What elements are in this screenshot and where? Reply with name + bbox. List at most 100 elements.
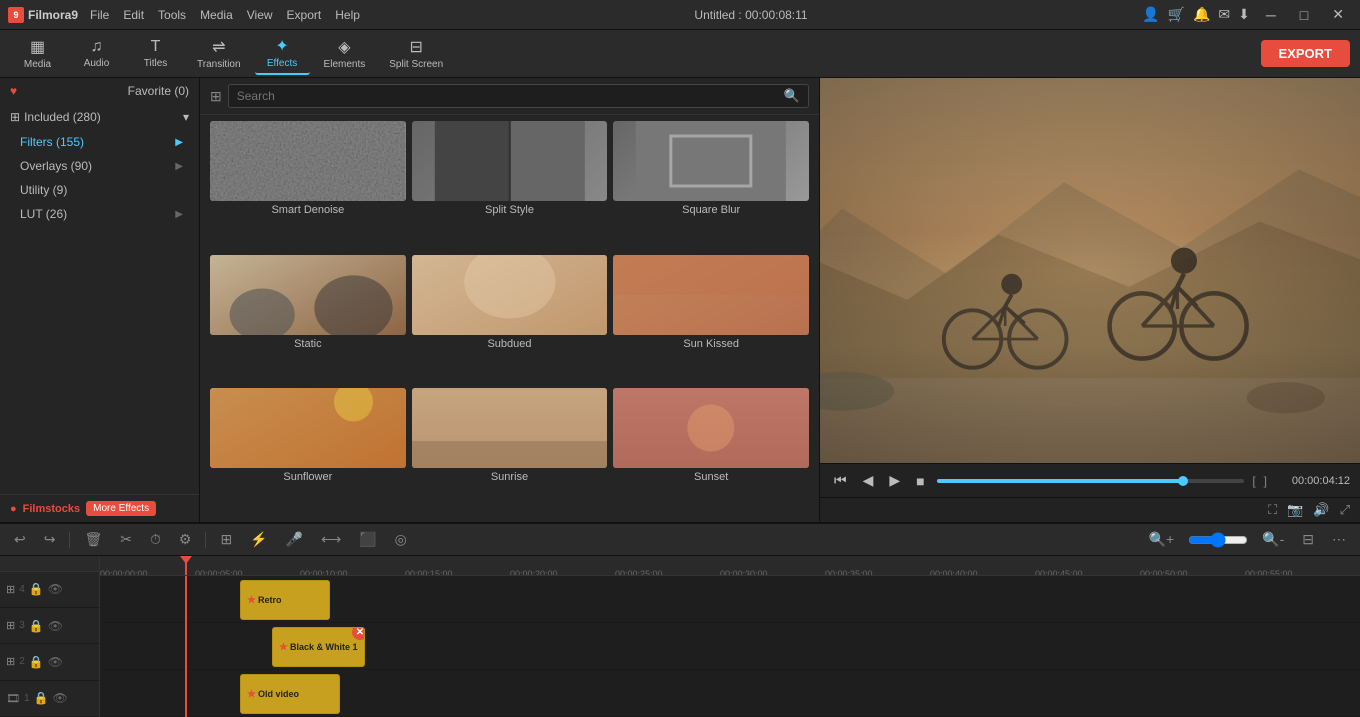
lock-icon-3[interactable]: 🔒 — [29, 619, 44, 633]
skip-back-button[interactable]: ⏮ — [830, 470, 851, 491]
export-button[interactable]: EXPORT — [1261, 40, 1350, 67]
effect-sunflower[interactable]: Sunflower — [210, 388, 406, 516]
progress-bar[interactable] — [937, 479, 1245, 483]
clip-oldvideo[interactable]: ★ Old video — [240, 674, 340, 714]
audio-button[interactable]: 🎤 — [282, 529, 307, 550]
play-button[interactable]: ▶ — [885, 470, 904, 491]
toolbar-audio[interactable]: ♫ Audio — [69, 34, 124, 73]
effect-square-blur[interactable]: Square Blur — [613, 121, 809, 249]
bracket-out[interactable]: ] — [1264, 474, 1267, 488]
transition-timeline-button[interactable]: ⟷ — [317, 529, 345, 550]
ruler-mark-35: 00:00:35:00 — [825, 569, 873, 577]
playhead[interactable] — [185, 556, 187, 575]
search-icon: 🔍 — [784, 88, 800, 104]
minimize-button[interactable]: ─ — [1258, 5, 1284, 25]
sidebar-favorite[interactable]: ♥ Favorite (0) — [0, 78, 199, 104]
toolbar-splitscreen[interactable]: ⊟ Split Screen — [379, 33, 453, 74]
menu-tools[interactable]: Tools — [158, 8, 186, 22]
delete-button[interactable]: 🗑 — [80, 529, 106, 550]
insert-button[interactable]: ⬛ — [355, 529, 380, 550]
eye-icon-2[interactable]: 👁 — [48, 655, 63, 669]
download-icon[interactable]: ⬇ — [1238, 6, 1250, 23]
cart-icon[interactable]: 🛒 — [1168, 6, 1185, 23]
track-num-4: 4 — [19, 584, 25, 595]
zoom-out-button[interactable]: 🔍- — [1258, 529, 1288, 550]
main-area: ♥ Favorite (0) ⊞ Included (280) ▾ Filter… — [0, 78, 1360, 522]
effect-sunkissed[interactable]: Sun Kissed — [613, 255, 809, 383]
toolbar-media[interactable]: ▦ Media — [10, 33, 65, 74]
toolbar-elements[interactable]: ◈ Elements — [314, 33, 376, 74]
add-track-button[interactable]: ⊞ — [216, 529, 236, 550]
fullscreen-icon[interactable]: ⛶ — [1268, 502, 1277, 518]
effect-split-style[interactable]: Split Style — [412, 121, 608, 249]
titlebar-controls: 👤 🛒 🔔 ✉ ⬇ ─ □ ✕ — [1142, 4, 1352, 25]
effect-sunset[interactable]: Sunset — [613, 388, 809, 516]
lock-icon-2[interactable]: 🔒 — [29, 655, 44, 669]
menu-edit[interactable]: Edit — [123, 8, 144, 22]
ruler-mark-0: 00:00:00:00 — [100, 569, 148, 577]
clip-oldvideo-label: Old video — [258, 689, 299, 699]
maximize-button[interactable]: □ — [1292, 5, 1316, 25]
menu-media[interactable]: Media — [200, 8, 233, 22]
ruler-mark-50: 00:00:50:00 — [1140, 569, 1188, 577]
clip-retro[interactable]: ★ Retro — [240, 580, 330, 620]
logo-icon: 9 — [8, 7, 24, 23]
playhead-tracks — [185, 576, 187, 717]
search-box[interactable]: 🔍 — [228, 84, 809, 108]
close-button[interactable]: ✕ — [1324, 4, 1352, 25]
lock-icon-1[interactable]: 🔒 — [34, 691, 49, 705]
toolbar-effects[interactable]: ✦ Effects — [255, 32, 310, 75]
step-back-button[interactable]: ◀ — [859, 470, 878, 491]
redo-button[interactable]: ↪ — [40, 529, 60, 550]
search-input[interactable] — [237, 89, 778, 103]
screenshot-icon[interactable]: 📷 — [1287, 502, 1303, 518]
effect-thumb-subdued — [412, 255, 608, 335]
menu-help[interactable]: Help — [335, 8, 360, 22]
track-num-1: 1 — [24, 693, 30, 704]
clip-bw-star-icon: ★ — [279, 642, 288, 653]
bell-icon[interactable]: 🔔 — [1193, 6, 1210, 23]
volume-icon[interactable]: 🔊 — [1313, 502, 1329, 518]
sidebar-overlays[interactable]: Overlays (90) ▶ — [0, 154, 199, 178]
cut-button[interactable]: ✂ — [116, 529, 136, 550]
snap-button[interactable]: ⚡ — [246, 529, 271, 550]
clip-bw1[interactable]: ✕ ★ Black & White 1 — [272, 627, 365, 667]
sidebar-lut[interactable]: LUT (26) ▶ — [0, 202, 199, 226]
effect-static[interactable]: Static — [210, 255, 406, 383]
effect-subdued[interactable]: Subdued — [412, 255, 608, 383]
menu-file[interactable]: File — [90, 8, 109, 22]
clip-delete-button[interactable]: ✕ — [352, 627, 365, 640]
lock-icon-4[interactable]: 🔒 — [29, 582, 44, 596]
settings-button[interactable]: ⋯ — [1328, 529, 1350, 550]
lut-arrow: ▶ — [175, 209, 183, 220]
user-icon[interactable]: 👤 — [1142, 6, 1159, 23]
menu-view[interactable]: View — [247, 8, 273, 22]
track-num-3: 3 — [19, 620, 25, 631]
menu-export[interactable]: Export — [287, 8, 322, 22]
preview-panel: ⏮ ◀ ▶ ■ [ ] 00:00:04:12 ⛶ 📷 🔊 ⤢ — [820, 78, 1360, 522]
toolbar-titles[interactable]: T Titles — [128, 34, 183, 73]
grid-view-icon[interactable]: ⊞ — [210, 88, 222, 105]
effect-sunrise[interactable]: Sunrise — [412, 388, 608, 516]
toolbar-transition[interactable]: ⇌ Transition — [187, 33, 251, 74]
speed-button[interactable]: ⏱ — [146, 529, 165, 550]
eye-icon-4[interactable]: 👁 — [48, 582, 63, 596]
zoom-in-button[interactable]: 🔍+ — [1145, 529, 1179, 550]
sidebar-included[interactable]: ⊞ Included (280) ▾ — [0, 104, 199, 130]
zoom-slider[interactable] — [1188, 532, 1248, 548]
undo-button[interactable]: ↩ — [10, 529, 30, 550]
effect-smart-denoise[interactable]: Smart Denoise — [210, 121, 406, 249]
timeline-area: ↩ ↪ 🗑 ✂ ⏱ ⚙ ⊞ ⚡ 🎤 ⟷ ⬛ ◎ 🔍+ 🔍- ⊟ ⋯ ⊞ 4 🔒 … — [0, 522, 1360, 717]
zoom-icon[interactable]: ⤢ — [1340, 502, 1350, 518]
bracket-in[interactable]: [ — [1252, 474, 1255, 488]
stop-button[interactable]: ■ — [912, 471, 928, 491]
layout-button[interactable]: ⊟ — [1298, 529, 1318, 550]
eye-icon-3[interactable]: 👁 — [48, 619, 63, 633]
sidebar-filters[interactable]: Filters (155) ▶ — [0, 130, 199, 154]
overlay-timeline-button[interactable]: ◎ — [391, 529, 411, 550]
more-effects-button[interactable]: More Effects — [86, 501, 156, 516]
eye-icon-1[interactable]: 👁 — [52, 691, 67, 705]
mail-icon[interactable]: ✉ — [1218, 6, 1230, 23]
adjust-button[interactable]: ⚙ — [175, 529, 196, 550]
sidebar-utility[interactable]: Utility (9) — [0, 178, 199, 202]
